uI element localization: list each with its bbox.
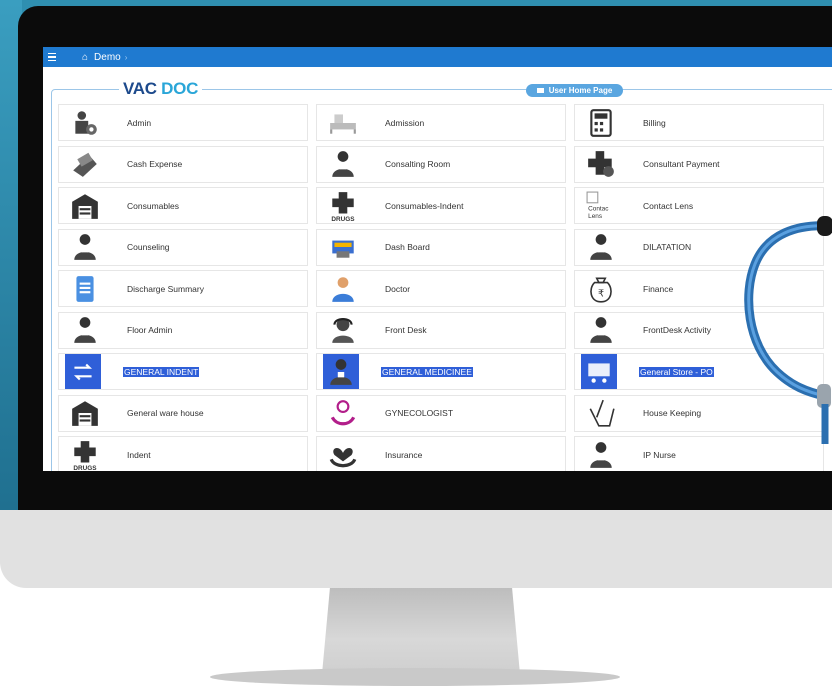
monitor-chin [0, 510, 832, 588]
calculator-icon [581, 106, 621, 139]
module-label: Floor Admin [127, 325, 173, 335]
doctor-icon [581, 231, 621, 264]
hamburger-menu-icon[interactable] [48, 52, 62, 62]
module-tile[interactable]: Admin [58, 104, 308, 141]
module-label: Admission [385, 117, 425, 128]
module-tile[interactable]: Counseling [58, 228, 308, 266]
broom-bucket-icon [581, 397, 621, 430]
user-home-page-button[interactable]: User Home Page [526, 84, 623, 97]
module-label: Doctor [385, 283, 411, 294]
svg-text:DRUGS: DRUGS [331, 216, 355, 221]
brand-part2: DOC [161, 79, 199, 98]
module-label: IP Nurse [643, 449, 676, 460]
module-tile[interactable]: Dash Board [316, 228, 566, 266]
module-tile[interactable]: General ware house [58, 394, 308, 432]
svg-text:DRUGS: DRUGS [73, 465, 97, 470]
module-label: Contact Lens [643, 200, 694, 211]
module-tile[interactable]: Consultant Payment [574, 145, 824, 183]
stethoscope-icon [744, 216, 832, 444]
module-tile[interactable]: Discharge Summary [58, 270, 308, 307]
module-label: Finance [643, 283, 674, 294]
broken-image-icon: Contac Lens [581, 189, 621, 222]
doctor-icon [65, 231, 105, 264]
module-label: DILATATION [643, 242, 692, 252]
module-label: Front Desk [385, 325, 427, 335]
module-label: GENERAL INDENT [123, 366, 200, 377]
module-label: Admin [127, 117, 152, 128]
module-label: Billing [643, 117, 666, 128]
doctor-icon [581, 438, 621, 471]
module-label: Indent [127, 449, 151, 460]
monitor-base [210, 668, 620, 686]
user-home-page-label: User Home Page [548, 86, 613, 95]
module-tile[interactable]: GYNECOLOGIST [316, 394, 566, 432]
module-tile[interactable]: DRUGS Consumables-Indent [316, 187, 566, 224]
monitor-stand [322, 588, 520, 674]
module-label: Consultant Payment [643, 159, 720, 169]
module-label: FrontDesk Activity [643, 325, 712, 335]
swap-arrows-icon [65, 354, 101, 389]
brand-part1: VAC [123, 79, 157, 98]
drugs-cross-icon: DRUGS [65, 438, 105, 471]
module-tile[interactable]: Front Desk [316, 311, 566, 349]
module-tile[interactable]: Floor Admin [58, 311, 308, 349]
medical-cross-payment-icon [581, 148, 621, 181]
home-page-icon [536, 88, 544, 93]
brand-logo: VAC DOC [119, 79, 203, 99]
module-label: General Store - PO [639, 366, 714, 377]
module-label: Consumables [127, 200, 179, 211]
module-label: General ware house [127, 408, 204, 418]
module-label: Dash Board [385, 242, 430, 252]
receptionist-icon [323, 314, 363, 347]
home-icon[interactable]: ⌂ [82, 52, 88, 63]
doctor-icon [323, 354, 359, 389]
doctor-icon [323, 148, 363, 181]
module-tile[interactable]: Consumables [58, 187, 308, 224]
cash-hand-icon [65, 148, 105, 181]
heart-hands-icon [323, 438, 363, 471]
module-tile[interactable]: GENERAL MEDICINEE [316, 353, 566, 390]
warehouse-icon [65, 397, 105, 430]
svg-text:Lens: Lens [588, 212, 602, 219]
module-tile[interactable]: DRUGS Indent [58, 436, 308, 471]
module-label: Consumables-Indent [385, 200, 464, 211]
module-label: GENERAL MEDICINEE [381, 366, 473, 377]
module-label: GYNECOLOGIST [385, 408, 454, 418]
module-tile[interactable]: Consalting Room [316, 145, 566, 183]
module-label: Cash Expense [127, 159, 183, 169]
app-screen: ⌂ Demo › VAC DOC User Home Page Admin Adm… [43, 47, 832, 471]
dashboard-icon [323, 231, 363, 264]
admin-gear-icon [65, 106, 105, 139]
document-icon [65, 272, 105, 305]
module-label: House Keeping [643, 408, 702, 418]
drugs-cross-icon: DRUGS [323, 189, 363, 222]
svg-text:Contac: Contac [588, 205, 609, 212]
breadcrumb-demo[interactable]: Demo [94, 52, 121, 63]
module-label: Discharge Summary [127, 283, 204, 294]
module-label: Insurance [385, 449, 423, 460]
breadcrumb-separator-icon: › [124, 52, 128, 62]
svg-text:₹: ₹ [598, 288, 604, 299]
module-tile[interactable]: Insurance [316, 436, 566, 471]
bed-icon [323, 106, 363, 139]
module-tile[interactable]: Cash Expense [58, 145, 308, 183]
doctor-avatar-icon [323, 272, 363, 305]
money-bag-icon: ₹ [581, 272, 621, 305]
female-hands-icon [323, 397, 363, 430]
warehouse-icon [65, 189, 105, 222]
module-tile[interactable]: Billing [574, 104, 824, 141]
module-label: Consalting Room [385, 159, 451, 169]
top-navbar: ⌂ Demo › [43, 47, 832, 67]
doctor-icon [65, 314, 105, 347]
module-tile[interactable]: Doctor [316, 270, 566, 307]
cart-icon [581, 354, 617, 389]
module-tile[interactable]: Admission [316, 104, 566, 141]
module-label: Counseling [127, 242, 170, 252]
module-tile[interactable]: GENERAL INDENT [58, 353, 308, 390]
doctor-icon [581, 314, 621, 347]
